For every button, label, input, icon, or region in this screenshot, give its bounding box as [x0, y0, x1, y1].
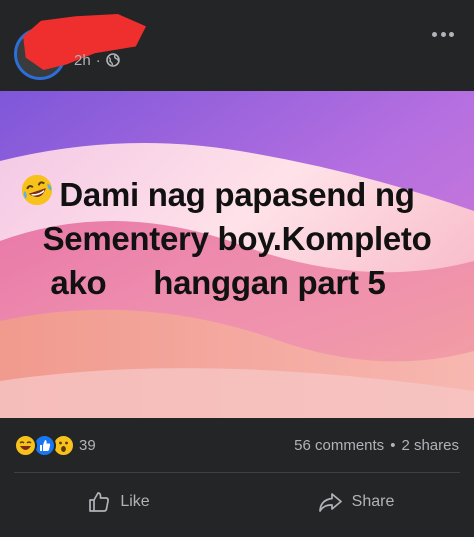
reactions-summary: 39 56 comments • 2 shares	[0, 428, 474, 464]
post-image[interactable]: Dami nag papasend ng Sementery boy.Kompl…	[0, 91, 474, 418]
more-options-icon[interactable]	[432, 28, 454, 40]
share-arrow-icon	[317, 490, 343, 514]
shares-count[interactable]: 2 shares	[401, 437, 459, 454]
post-header: 2h ·	[0, 0, 474, 90]
caption-line-1: Dami nag papasend ng	[59, 176, 415, 213]
like-label: Like	[120, 493, 150, 510]
laughing-emoji-icon	[22, 175, 216, 343]
meta-separator: ·	[95, 51, 101, 69]
caption-line-4	[20, 175, 454, 349]
laughing-emoji-icon	[22, 175, 422, 299]
reaction-count[interactable]: 39	[79, 437, 96, 454]
caption-line-3-part-2: hanggan part 5	[153, 264, 386, 301]
divider	[14, 472, 460, 473]
caption-line-3-part-1: ako	[50, 264, 107, 301]
globe-icon	[105, 53, 120, 67]
like-button[interactable]: Like	[0, 478, 237, 526]
reaction-icons[interactable]	[14, 434, 76, 458]
caption-line-3: ako hanggan part 5	[20, 175, 454, 305]
caption-line-2: Sementery boy.Kompleto	[42, 220, 432, 257]
post-caption: Dami nag papasend ng Sementery boy.Kompl…	[20, 173, 454, 349]
thumbs-up-icon	[87, 490, 111, 514]
post-time[interactable]: 2h	[74, 52, 91, 69]
facebook-post: 2h · Dami nag papasend ng Sementery boy.…	[0, 0, 474, 537]
comments-count[interactable]: 56 comments	[294, 437, 384, 454]
engagement-separator: •	[390, 437, 396, 454]
laughing-emoji-icon	[22, 175, 142, 299]
post-meta: 2h ·	[74, 50, 120, 70]
share-button[interactable]: Share	[237, 478, 474, 526]
laughing-emoji-icon	[22, 175, 292, 343]
laughing-emoji-icon	[22, 175, 254, 343]
engagement-stats: 56 comments • 2 shares	[294, 437, 459, 454]
share-label: Share	[351, 493, 395, 510]
post-actions: Like Share	[0, 478, 474, 526]
haha-reaction-icon	[14, 434, 37, 457]
